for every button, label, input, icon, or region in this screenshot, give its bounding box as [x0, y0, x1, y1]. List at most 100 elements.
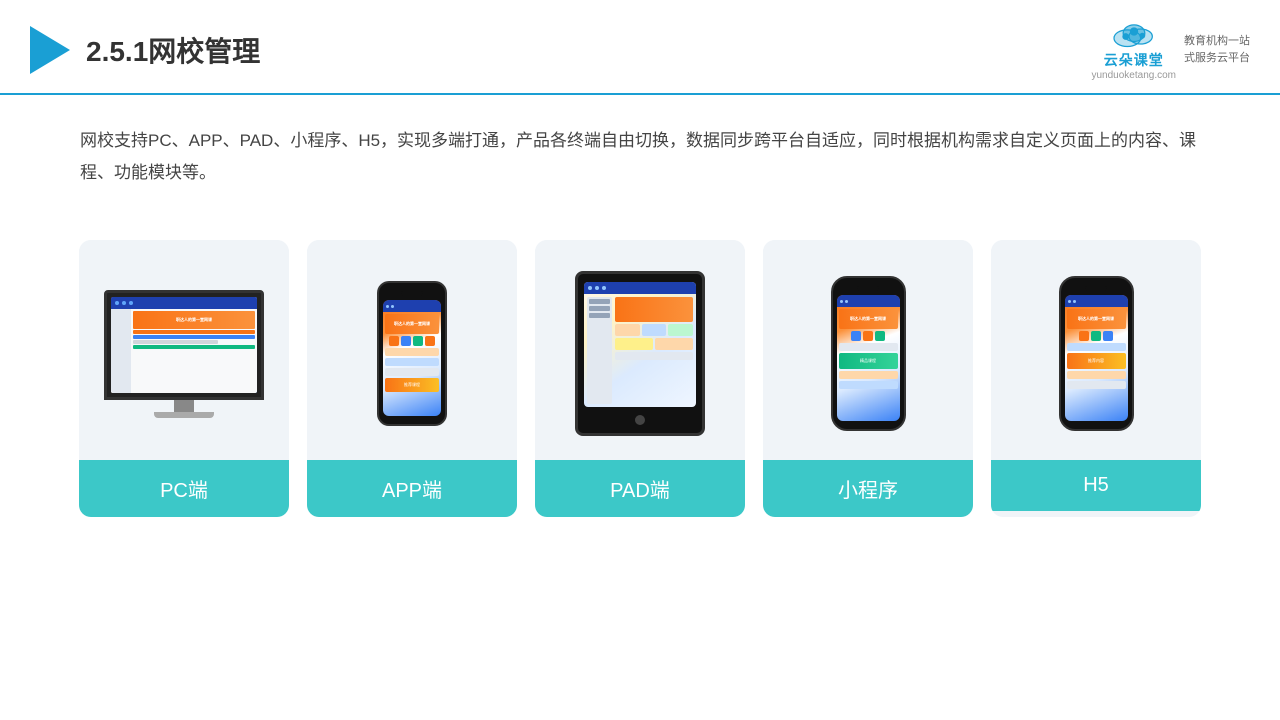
bar-1	[133, 330, 255, 334]
tc-5	[655, 338, 693, 350]
card-pad: PAD端	[535, 240, 745, 517]
logo-slogan: 教育机构一站式服务云平台	[1184, 33, 1250, 66]
phone-header-h5	[1065, 295, 1128, 307]
monitor-screen-content: 职达人的第一堂网课	[111, 297, 257, 393]
tc-1	[615, 324, 640, 336]
logo-text-cn: 云朵课堂	[1104, 50, 1164, 70]
bar-3	[133, 340, 218, 344]
icon-4	[425, 336, 435, 346]
monitor-main: 职达人的第一堂网课	[131, 309, 257, 393]
phone-mockup-app: 职达人的第一堂网课 推荐课程	[377, 281, 447, 426]
phone-notch-miniapp	[857, 286, 879, 291]
phone-header-miniapp	[837, 295, 900, 307]
header: 2.5.1网校管理 云朵课堂 yunduoketang.com 教育机构一站式服…	[0, 0, 1280, 95]
card-pc: 职达人的第一堂网课	[79, 240, 289, 517]
card-h5: 职达人的第一堂网课 推荐内容	[991, 240, 1201, 517]
pmi-3	[875, 331, 885, 341]
card-image-miniapp: 职达人的第一堂网课 精品课程	[763, 240, 973, 460]
icon-2	[401, 336, 411, 346]
tn-dot-2	[595, 286, 599, 290]
pmi-2	[863, 331, 873, 341]
phone-screen-miniapp: 职达人的第一堂网课 精品课程	[837, 295, 900, 421]
phone-banner-text-miniapp: 职达人的第一堂网课	[850, 316, 886, 322]
card-miniapp: 职达人的第一堂网课 精品课程	[763, 240, 973, 517]
ph5-dot-1	[1068, 300, 1071, 303]
phone-mockup-h5: 职达人的第一堂网课 推荐内容	[1059, 276, 1134, 431]
tablet-row-3	[615, 352, 693, 360]
cards-container: 职达人的第一堂网课	[0, 210, 1280, 547]
phone-card-m2	[839, 371, 898, 379]
phone-screen-h5: 职达人的第一堂网课 推荐内容	[1065, 295, 1128, 421]
tc-2	[642, 324, 667, 336]
pmi-1	[851, 331, 861, 341]
card-image-pc: 职达人的第一堂网课	[79, 240, 289, 460]
phone-card-3	[385, 368, 439, 376]
tablet-banner	[615, 297, 693, 322]
ph5i-2	[1091, 331, 1101, 341]
monitor-screen-outer: 职达人的第一堂网课	[104, 290, 264, 400]
monitor-base	[154, 412, 214, 418]
play-icon	[30, 26, 70, 74]
logo-area: 云朵课堂 yunduoketang.com 教育机构一站式服务云平台	[1091, 18, 1250, 81]
ph-dot-1	[386, 305, 389, 308]
card-label-app: APP端	[307, 460, 517, 517]
tablet-cards-2	[615, 338, 693, 350]
phone-card-1	[385, 348, 439, 356]
tc-4	[615, 338, 653, 350]
phone-banner-text-app: 职达人的第一堂网课	[394, 321, 430, 327]
phone-header-app	[383, 300, 441, 312]
tablet-nav	[584, 282, 696, 294]
logo-url: yunduoketang.com	[1091, 70, 1176, 81]
nav-dot-1	[115, 301, 119, 305]
ts-item-2	[589, 306, 610, 311]
phone-content-app: 职达人的第一堂网课 推荐课程	[383, 312, 441, 394]
phone-icons-miniapp	[839, 331, 898, 341]
ts-item-1	[589, 299, 610, 304]
card-label-pc: PC端	[79, 460, 289, 517]
tn-dot-3	[602, 286, 606, 290]
monitor-stand	[174, 400, 194, 412]
phone-card-m1	[839, 343, 898, 351]
pc-monitor: 职达人的第一堂网课	[104, 290, 264, 418]
nav-dot-2	[122, 301, 126, 305]
phone-banner-h5: 职达人的第一堂网课	[1067, 309, 1126, 329]
phone-banner-text-h5: 职达人的第一堂网课	[1078, 316, 1114, 322]
phone-card-h5-3	[1067, 381, 1126, 389]
phone-card-h5-1	[1067, 343, 1126, 351]
monitor-screen-inner: 职达人的第一堂网课	[111, 297, 257, 393]
phone-content-h5: 职达人的第一堂网课 推荐内容	[1065, 307, 1128, 391]
card-image-pad	[535, 240, 745, 460]
card-image-h5: 职达人的第一堂网课 推荐内容	[991, 240, 1201, 460]
phone-screen-app: 职达人的第一堂网课 推荐课程	[383, 300, 441, 416]
ph5-dot-2	[1073, 300, 1076, 303]
phone-banner-miniapp: 职达人的第一堂网课	[839, 309, 898, 329]
bar-4	[133, 345, 255, 349]
phone-icons-h5	[1067, 331, 1126, 341]
icon-1	[389, 336, 399, 346]
ph5i-3	[1103, 331, 1113, 341]
pm-dot-1	[840, 300, 843, 303]
ts-item-3	[589, 313, 610, 318]
monitor-sidebar	[111, 309, 131, 393]
title-text: 网校管理	[148, 36, 260, 67]
tablet-content	[584, 294, 696, 407]
tc-3	[668, 324, 693, 336]
description: 网校支持PC、APP、PAD、小程序、H5，实现多端打通，产品各终端自由切换，数…	[0, 95, 1280, 210]
tn-dot-1	[588, 286, 592, 290]
tablet-cards-1	[615, 324, 693, 336]
card-label-miniapp: 小程序	[763, 460, 973, 517]
nav-dot-3	[129, 301, 133, 305]
logo-svg	[1109, 18, 1159, 50]
card-label-pad: PAD端	[535, 460, 745, 517]
monitor-body: 职达人的第一堂网课	[111, 309, 257, 393]
ph5i-1	[1079, 331, 1089, 341]
card-label-h5: H5	[991, 460, 1201, 511]
header-left: 2.5.1网校管理	[30, 26, 260, 74]
phone-card-h5-2	[1067, 371, 1126, 379]
phone-icons-app	[385, 336, 439, 346]
tablet-main	[615, 297, 693, 404]
card-app: 职达人的第一堂网课 推荐课程	[307, 240, 517, 517]
tablet-home-btn	[635, 415, 645, 425]
page-title: 2.5.1网校管理	[86, 30, 260, 70]
phone-card-m3	[839, 381, 898, 389]
